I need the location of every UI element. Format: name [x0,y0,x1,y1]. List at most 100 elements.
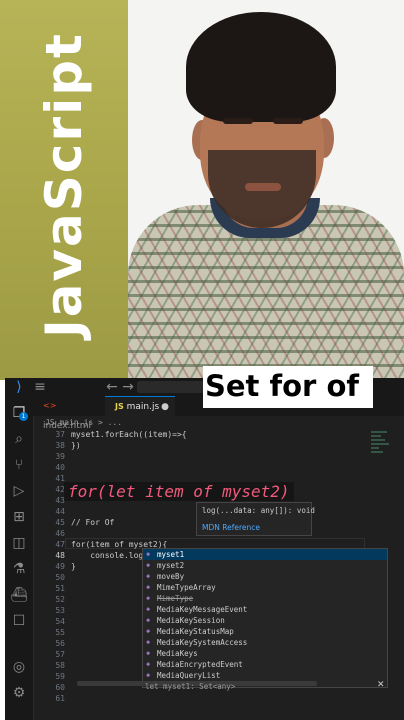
line-number: 57 [55,650,65,659]
menu-icon[interactable]: ≡ [31,378,49,396]
run-debug-icon[interactable]: ▷ [10,482,28,500]
variable-icon: ◈ [146,594,151,602]
badge-count: 1 [19,412,28,421]
tab-main-js[interactable]: JS main.js ● [105,396,175,416]
mouth [245,183,281,191]
suggestion-label: MimeTypeArray [157,583,216,592]
suggestion-item[interactable]: ◈ MediaKeyMessageEvent [143,604,387,615]
mdn-reference-link[interactable]: MDN Reference [202,523,260,532]
extensions-icon[interactable]: ⊞ [10,508,28,526]
minimap[interactable] [371,429,393,549]
variable-icon: ◈ [146,605,151,613]
suggestion-label: MediaKeySystemAccess [157,638,248,647]
line-number: 42 [55,485,65,494]
line-number: 41 [55,474,65,483]
suggestion-widget: ◈ myset1 ◈ myset2 ◈ moveBy ◈ MimeTypeArray ◈ Mime… [142,548,388,688]
line-number: 54 [55,617,65,626]
variable-icon: ◈ [146,550,151,558]
suggestion-item[interactable]: ◈ MediaKeySession [143,615,387,626]
line-number: 55 [55,628,65,637]
variable-icon: ◈ [146,616,151,624]
suggestion-label: MediaKeys [157,649,198,658]
search-icon[interactable]: ⌕ [10,430,28,448]
signature-text: log(...data: any[]): void [202,506,315,515]
close-icon[interactable]: ✕ [377,680,385,690]
presenter-photo [128,0,404,380]
html-file-icon: <> [43,401,57,410]
line-number: 60 [55,683,65,692]
chat-icon[interactable]: ☐ [10,612,28,630]
breadcrumb[interactable]: JS main.js > ... [33,416,404,429]
tab-label: main.js [126,402,160,412]
command-center[interactable] [137,381,207,393]
line-number: 48 [55,551,65,560]
code-line: }) [71,441,81,450]
forward-arrow-icon[interactable]: → [119,378,137,396]
line-number: 47 [55,540,65,549]
line-number: 38 [55,441,65,450]
suggestion-label: moveBy [157,572,185,581]
variable-icon: ◈ [146,561,151,569]
variable-icon: ◈ [146,671,151,679]
remote-explorer-icon[interactable]: ◫ [10,534,28,552]
suggestion-label: MediaKeyMessageEvent [157,605,248,614]
line-number: 59 [55,672,65,681]
code-line: myset1.forEach((item)=>{ [71,430,187,439]
tab-index-html[interactable]: <> index.html [33,396,101,431]
variable-icon: ◈ [146,660,151,668]
settings-gear-icon[interactable]: ⚙ [10,684,28,702]
brow-right [273,118,303,124]
overlay-title: Set for of [203,366,373,408]
suggestion-item[interactable]: ◈ MimeType [143,593,387,604]
testing-icon[interactable]: ⚗ [10,560,28,578]
suggestion-item[interactable]: ◈ MediaEncryptedEvent [143,659,387,670]
suggestion-label: MediaQueryList [157,671,221,680]
suggestion-label: myset1 [157,550,185,559]
variable-icon: ◈ [146,638,151,646]
source-control-icon[interactable]: ⑂ [10,456,28,474]
suggestion-label: MediaKeySession [157,616,225,625]
line-number: 56 [55,639,65,648]
vscode-logo-icon: ⟩ [16,379,22,395]
brow-left [223,118,253,124]
hair [186,12,336,122]
account-icon[interactable]: ◎ [10,658,28,676]
unsaved-dot-icon[interactable]: ● [161,397,169,417]
suggestion-item[interactable]: ◈ MediaKeyStatusMap [143,626,387,637]
suggestion-item[interactable]: ◈ myset2 [143,560,387,571]
activity-bar: ❐ 1 ⌕ ⑂ ▷ ⊞ ◫ ⚗ ⛴ ☐ ◎ ⚙ [5,396,34,720]
variable-icon: ◈ [146,583,151,591]
highlight-code-caption: for(let item of myset2) [64,482,294,501]
line-number: 37 [55,430,65,439]
line-number: 39 [55,452,65,461]
suggestion-item[interactable]: ◈ MediaKeys [143,648,387,659]
line-number: 61 [55,694,65,703]
line-number: 52 [55,595,65,604]
line-number: 53 [55,606,65,615]
suggestion-item[interactable]: ◈ myset1 [143,549,387,560]
js-file-icon: JS [115,402,124,411]
line-number: 43 [55,496,65,505]
signature-help-popup: log(...data: any[]): void MDN Reference [196,502,315,536]
line-number-gutter: 37 38 39 40 41 42 43 44 45 46 47 48 49 50 51 52 53 54 55 56… [33,429,65,704]
line-number: 40 [55,463,65,472]
line-number: 49 [55,562,65,571]
suggestion-label: MediaEncryptedEvent [157,660,243,669]
suggestion-item[interactable]: ◈ MediaQueryList [143,670,387,681]
suggestion-item[interactable]: ◈ MediaKeySystemAccess [143,637,387,648]
variable-icon: ◈ [146,572,151,580]
line-number: 46 [55,529,65,538]
line-number: 44 [55,507,65,516]
suggestion-label: MediaKeyStatusMap [157,627,234,636]
variable-icon: ◈ [146,649,151,657]
line-number: 50 [55,573,65,582]
suggestion-item[interactable]: ◈ MimeTypeArray [143,582,387,593]
suggestion-label: myset2 [157,561,185,570]
suggestion-label: MimeType [157,594,194,603]
vertical-title: JavaScript [35,32,93,338]
docker-icon[interactable]: ⛴ [10,586,28,604]
variable-icon: ◈ [146,627,151,635]
suggestion-item[interactable]: ◈ moveBy [143,571,387,582]
